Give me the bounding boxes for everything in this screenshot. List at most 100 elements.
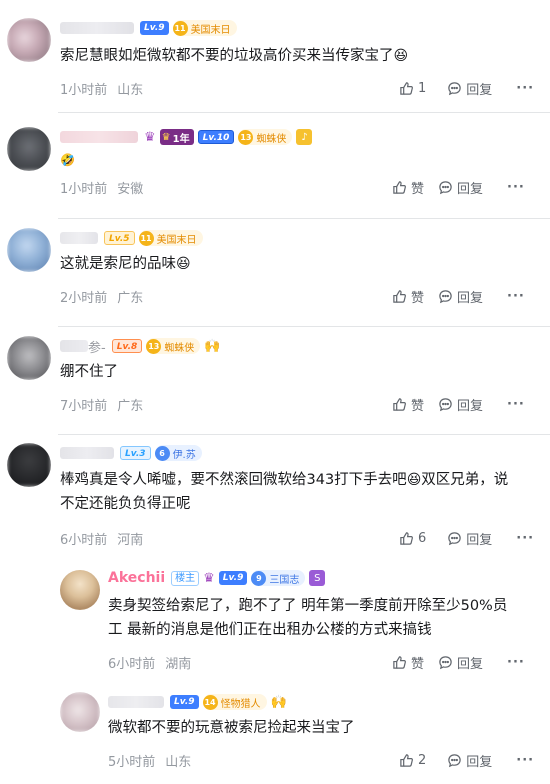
level-badge: Lv.9 bbox=[170, 695, 199, 709]
comment-item: Lv.9 11 美国末日 索尼慧眼如炬微软都不要的垃圾高价买来当传家宝了😆 1小时… bbox=[0, 0, 550, 112]
like-button[interactable]: 赞 bbox=[392, 287, 424, 306]
thumbs-up-icon bbox=[393, 655, 406, 669]
thumbs-up-icon bbox=[393, 180, 406, 194]
thumbs-up-icon bbox=[400, 81, 413, 95]
reply-button[interactable]: 回复 bbox=[438, 287, 483, 306]
level-badge: Lv.9 bbox=[140, 21, 169, 35]
comment-text: 绷不住了 bbox=[60, 364, 118, 380]
comment-location: 山东 bbox=[117, 82, 144, 98]
like-button[interactable]: 6 bbox=[399, 531, 426, 546]
reply-button[interactable]: 回复 bbox=[438, 395, 483, 414]
avatar[interactable] bbox=[7, 443, 51, 487]
laugh-emoji-icon: 😆 bbox=[176, 256, 191, 272]
avatar[interactable] bbox=[7, 336, 51, 380]
level-badge: Lv.5 bbox=[104, 231, 135, 245]
level-badge: Lv.9 bbox=[218, 571, 248, 585]
more-dots-icon[interactable]: ··· bbox=[507, 655, 525, 670]
reply-bubble-icon bbox=[448, 81, 462, 95]
comment-text: 棒鸡真是令人唏嘘，要不然滚回微软给343打下手去吧😆双区兄弟，说 不定还能负负得… bbox=[60, 468, 540, 516]
reply-button[interactable]: 回复 bbox=[447, 751, 492, 770]
reply-time: 6小时前 bbox=[108, 656, 156, 672]
level-badge: Lv.8 bbox=[111, 339, 143, 353]
avatar[interactable] bbox=[60, 570, 100, 610]
reply-item: Akechii 楼主 ♛ Lv.9 9 三国志 S 卖身契签给索尼了，跑不了了 明… bbox=[0, 562, 550, 682]
like-button[interactable]: 2 bbox=[399, 753, 426, 768]
fan-medal[interactable]: 9 三国志 bbox=[251, 570, 306, 586]
more-dots-icon[interactable]: ··· bbox=[516, 531, 534, 546]
reply-text: 卖身契签给索尼了，跑不了了 明年第一季度前开除至少50%员 工 最新的消息是他们… bbox=[108, 598, 508, 638]
username[interactable] bbox=[60, 131, 138, 143]
reply-button[interactable]: 回复 bbox=[438, 178, 483, 197]
like-button[interactable]: 赞 bbox=[392, 395, 424, 414]
more-dots-icon[interactable]: ··· bbox=[507, 397, 525, 412]
reply-time: 5小时前 bbox=[108, 754, 156, 770]
reply-bubble-icon bbox=[439, 180, 452, 194]
comment-text: 🤣 bbox=[60, 148, 75, 172]
thumbs-up-icon bbox=[400, 531, 413, 545]
username[interactable] bbox=[60, 340, 88, 352]
like-button[interactable]: 赞 bbox=[392, 178, 424, 197]
avatar[interactable] bbox=[7, 228, 51, 272]
reply-item: Lv.9 14 怪物猎人 🙌 微软都不要的玩意被索尼捡起来当宝了 5小时前 山东 … bbox=[0, 682, 550, 782]
crown-icon: ♛ bbox=[144, 129, 156, 145]
avatar[interactable] bbox=[7, 127, 51, 171]
more-dots-icon[interactable]: ··· bbox=[507, 289, 525, 304]
thumbs-up-icon bbox=[393, 289, 406, 303]
avatar[interactable] bbox=[60, 692, 100, 732]
username[interactable]: Akechii bbox=[108, 570, 165, 586]
avatar[interactable] bbox=[7, 18, 51, 62]
reply-location: 湖南 bbox=[165, 656, 192, 672]
comment-location: 安徽 bbox=[117, 181, 144, 197]
comment-item: Lv.3 6 伊.苏 棒鸡真是令人唏嘘，要不然滚回微软给343打下手去吧😆双区兄弟… bbox=[0, 434, 550, 784]
comment-time: 2小时前 bbox=[60, 290, 108, 306]
reply-text: 微软都不要的玩意被索尼捡起来当宝了 bbox=[108, 720, 355, 736]
reply-button[interactable]: 回复 bbox=[438, 653, 483, 672]
reply-button[interactable]: 回复 bbox=[447, 529, 492, 548]
op-tag: 楼主 bbox=[171, 570, 200, 586]
sticker-emoji-icon: 🤣 bbox=[60, 153, 75, 167]
comment-item: 参- Lv.8 13 蜘蛛侠 🙌 绷不住了 7小时前 广东 赞 回复 ··· bbox=[0, 326, 550, 434]
username[interactable] bbox=[108, 696, 164, 708]
comment-time: 1小时前 bbox=[60, 82, 108, 98]
laugh-emoji-icon: 😆 bbox=[406, 472, 422, 488]
comment-location: 广东 bbox=[117, 290, 144, 306]
reply-bubble-icon bbox=[439, 289, 452, 303]
music-note-icon: ♪ bbox=[296, 129, 313, 145]
thumbs-up-icon bbox=[400, 753, 413, 767]
reply-location: 山东 bbox=[165, 754, 192, 770]
member-year-badge: ♛ 1年 bbox=[159, 129, 194, 145]
crown-icon: ♛ bbox=[203, 570, 215, 586]
like-button[interactable]: 赞 bbox=[392, 653, 424, 672]
reply-bubble-icon bbox=[448, 753, 462, 767]
level-badge: Lv.10 bbox=[197, 130, 235, 144]
thumbs-up-icon bbox=[393, 397, 406, 411]
reply-bubble-icon bbox=[439, 397, 452, 411]
hands-sticker-icon: 🙌 bbox=[204, 338, 221, 354]
username[interactable] bbox=[60, 22, 134, 34]
fan-medal[interactable]: 13 蜘蛛侠 bbox=[238, 129, 293, 145]
hands-sticker-icon: 🙌 bbox=[270, 694, 287, 710]
comment-time: 1小时前 bbox=[60, 181, 108, 197]
comment-time: 6小时前 bbox=[60, 532, 108, 548]
fan-medal[interactable]: 13 蜘蛛侠 bbox=[146, 338, 201, 354]
username-tail[interactable]: 参- bbox=[88, 337, 106, 356]
like-button[interactable]: 1 bbox=[399, 81, 426, 96]
reply-bubble-icon bbox=[448, 531, 462, 545]
fan-medal[interactable]: 6 伊.苏 bbox=[154, 445, 202, 461]
ss-icon: S bbox=[309, 570, 326, 586]
more-dots-icon[interactable]: ··· bbox=[507, 180, 525, 195]
reply-button[interactable]: 回复 bbox=[447, 79, 492, 98]
username[interactable] bbox=[60, 232, 98, 244]
comment-item: Lv.5 11 美国末日 这就是索尼的品味😆 2小时前 广东 赞 回复 ··· bbox=[0, 218, 550, 326]
more-dots-icon[interactable]: ··· bbox=[516, 81, 534, 96]
comment-location: 河南 bbox=[117, 532, 144, 548]
fan-medal[interactable]: 11 美国末日 bbox=[172, 20, 237, 36]
comment-text: 这就是索尼的品味😆 bbox=[60, 252, 191, 276]
more-dots-icon[interactable]: ··· bbox=[516, 753, 534, 768]
comment-location: 广东 bbox=[117, 398, 144, 414]
comment-time: 7小时前 bbox=[60, 398, 108, 414]
username[interactable] bbox=[60, 447, 114, 459]
fan-medal[interactable]: 14 怪物猎人 bbox=[202, 694, 267, 710]
fan-medal[interactable]: 11 美国末日 bbox=[138, 230, 203, 246]
comment-text: 索尼慧眼如炬微软都不要的垃圾高价买来当传家宝了😆 bbox=[60, 44, 408, 68]
